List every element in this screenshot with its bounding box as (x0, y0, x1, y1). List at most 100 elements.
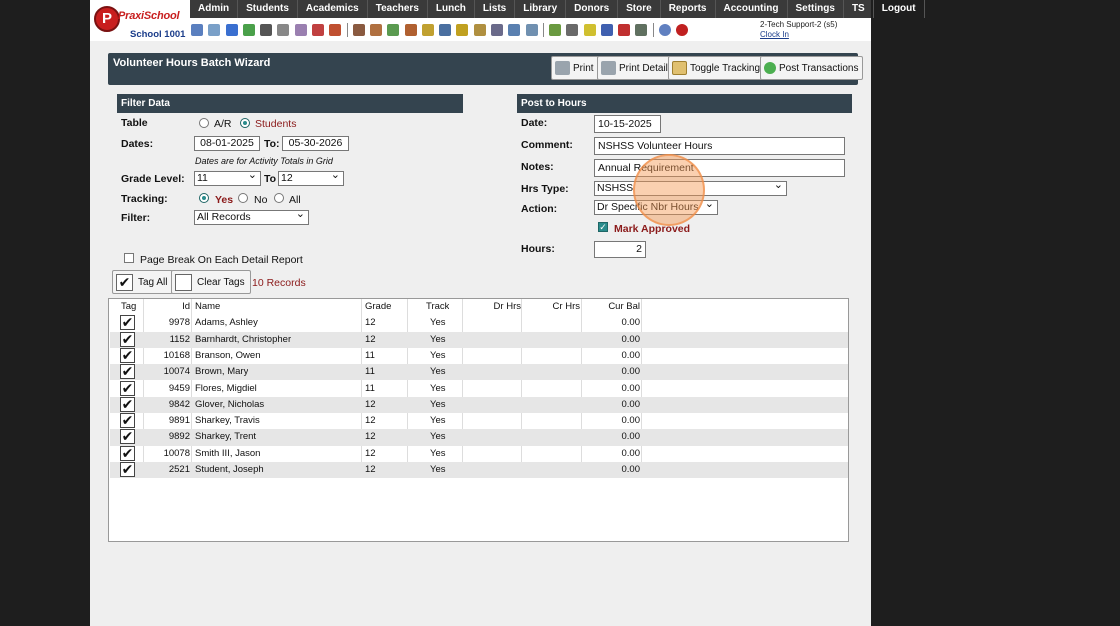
tag-checkbox[interactable]: ✔ (120, 347, 135, 363)
power-icon[interactable] (676, 23, 689, 36)
tag-checkbox[interactable]: ✔ (120, 396, 135, 412)
scanner-icon[interactable] (566, 23, 579, 36)
post-date-input[interactable]: 10-15-2025 (594, 115, 661, 133)
tag-checkbox[interactable]: ✔ (120, 380, 135, 396)
bus-icon[interactable] (404, 23, 417, 36)
hours-input[interactable]: 2 (594, 241, 646, 258)
user-name: 2-Tech Support-2 (s5) (760, 20, 838, 29)
col-name[interactable]: Name (195, 299, 220, 315)
table-row[interactable]: ✔ 9978 Adams, Ashley 12 Yes 0.00 (110, 315, 848, 331)
card-icon[interactable] (548, 23, 561, 36)
menu-reports[interactable]: Reports (661, 0, 716, 18)
menu-teachers[interactable]: Teachers (368, 0, 428, 18)
grade-from-select[interactable]: 11 (194, 171, 261, 186)
table-ar-radio[interactable] (199, 118, 209, 128)
table-row[interactable]: ✔ 1152 Barnhardt, Christopher 12 Yes 0.00 (110, 331, 848, 348)
speaker-icon[interactable] (277, 23, 290, 36)
post-transactions-button[interactable]: Post Transactions (760, 56, 864, 80)
col-cur-bal[interactable]: Cur Bal (584, 299, 640, 315)
filter-select[interactable]: All Records (194, 210, 309, 225)
table-row[interactable]: ✔ 10078 Smith III, Jason 12 Yes 0.00 (110, 445, 848, 462)
tag-checkbox[interactable]: ✔ (120, 429, 135, 445)
clock-in-link[interactable]: Clock In (760, 30, 789, 39)
menu-lists[interactable]: Lists (475, 0, 516, 18)
table-row[interactable]: ✔ 9459 Flores, Migdiel 11 Yes 0.00 (110, 380, 848, 397)
grade-to-select[interactable]: 12 (278, 171, 344, 186)
scroll-icon[interactable] (473, 23, 486, 36)
at-icon[interactable] (225, 23, 238, 36)
table-row[interactable]: ✔ 10074 Brown, Mary 11 Yes 0.00 (110, 364, 848, 381)
hrs-type-select[interactable]: NSHSS (594, 181, 787, 196)
menu-students[interactable]: Students (238, 0, 298, 18)
tag-all-button[interactable]: ✔ Tag All (112, 270, 174, 294)
col-track[interactable]: Track (426, 299, 449, 315)
col-grade[interactable]: Grade (365, 299, 391, 315)
table-icon[interactable] (208, 23, 221, 36)
grid-icon[interactable] (525, 23, 538, 36)
print-detail-button[interactable]: Print Detail (597, 56, 673, 80)
tag-checkbox[interactable]: ✔ (120, 364, 135, 380)
table-row[interactable]: ✔ 9892 Sharkey, Trent 12 Yes 0.00 (110, 429, 848, 446)
notes-icon[interactable] (294, 23, 307, 36)
cell-grade: 12 (365, 415, 376, 427)
col-id[interactable]: Id (150, 299, 190, 315)
clear-tags-button[interactable]: Clear Tags (171, 270, 251, 294)
menu-library[interactable]: Library (515, 0, 567, 18)
date-to-input[interactable]: 05-30-2026 (282, 136, 349, 151)
people-icon[interactable] (369, 23, 382, 36)
money-icon[interactable] (387, 23, 400, 36)
tag-checkbox[interactable]: ✔ (120, 445, 135, 461)
cell-name: Flores, Migdiel (195, 382, 257, 394)
menu-settings[interactable]: Settings (788, 0, 844, 18)
menu-store[interactable]: Store (618, 0, 661, 18)
col-cr-hrs[interactable]: Cr Hrs (524, 299, 580, 315)
pdf-icon[interactable] (618, 23, 631, 36)
tracking-all-radio[interactable] (274, 193, 284, 203)
table-row[interactable]: ✔ 10168 Branson, Owen 11 Yes 0.00 (110, 347, 848, 364)
col-tag[interactable]: Tag (121, 299, 136, 315)
menu-logout[interactable]: Logout (874, 0, 925, 18)
clock-icon[interactable] (508, 23, 521, 36)
book-icon[interactable] (439, 23, 452, 36)
praxischool-logo[interactable]: P PraxiSchool School 1001 (92, 2, 186, 40)
server-icon[interactable] (635, 23, 648, 36)
print-button[interactable]: Print (551, 56, 599, 80)
user-icon[interactable] (491, 23, 504, 36)
comment-input[interactable]: NSHSS Volunteer Hours (594, 137, 845, 155)
notes-input[interactable]: Annual Requirement (594, 159, 845, 177)
table-row[interactable]: ✔ 9891 Sharkey, Travis 12 Yes 0.00 (110, 413, 848, 429)
meal-icon[interactable] (421, 23, 434, 36)
menu-ts[interactable]: TS (844, 0, 874, 18)
col-dr-hrs[interactable]: Dr Hrs (466, 299, 521, 315)
magnifier-icon[interactable] (191, 23, 203, 36)
cell-name: Brown, Mary (195, 366, 249, 378)
menu-lunch[interactable]: Lunch (428, 0, 475, 18)
tag-checkbox[interactable]: ✔ (120, 331, 135, 347)
mark-approved-checkbox[interactable]: ✓ (598, 222, 608, 232)
menu-accounting[interactable]: Accounting (716, 0, 788, 18)
phone-icon[interactable] (260, 23, 273, 36)
tag-checkbox[interactable]: ✔ (120, 462, 135, 477)
table-row[interactable]: ✔ 2521 Student, Joseph 12 Yes 0.00 (110, 462, 848, 479)
toggle-tracking-button[interactable]: Toggle Tracking (668, 56, 766, 80)
chat-icon[interactable] (242, 23, 255, 36)
page-break-checkbox[interactable] (124, 253, 134, 263)
action-select[interactable]: Dr Specific Nbr Hours (594, 200, 718, 215)
pencil-icon[interactable] (456, 23, 469, 36)
menu-donors[interactable]: Donors (566, 0, 619, 18)
tag-checkbox[interactable]: ✔ (120, 315, 135, 331)
date-from-input[interactable]: 08-01-2025 (194, 136, 260, 151)
calendar-icon[interactable] (312, 23, 325, 36)
tag-checkbox[interactable]: ✔ (120, 413, 135, 429)
ap-icon[interactable] (600, 23, 613, 36)
menu-admin[interactable]: Admin (190, 0, 239, 18)
tracking-yes-radio[interactable] (199, 193, 209, 203)
menu-academics[interactable]: Academics (298, 0, 368, 18)
barcode-icon[interactable] (583, 23, 596, 36)
help-icon[interactable] (658, 23, 671, 36)
person-icon[interactable] (352, 23, 365, 36)
tracking-no-radio[interactable] (238, 193, 248, 203)
table-row[interactable]: ✔ 9842 Glover, Nicholas 12 Yes 0.00 (110, 396, 848, 414)
table-students-radio[interactable] (240, 118, 250, 128)
megaphone-icon[interactable] (329, 23, 342, 36)
